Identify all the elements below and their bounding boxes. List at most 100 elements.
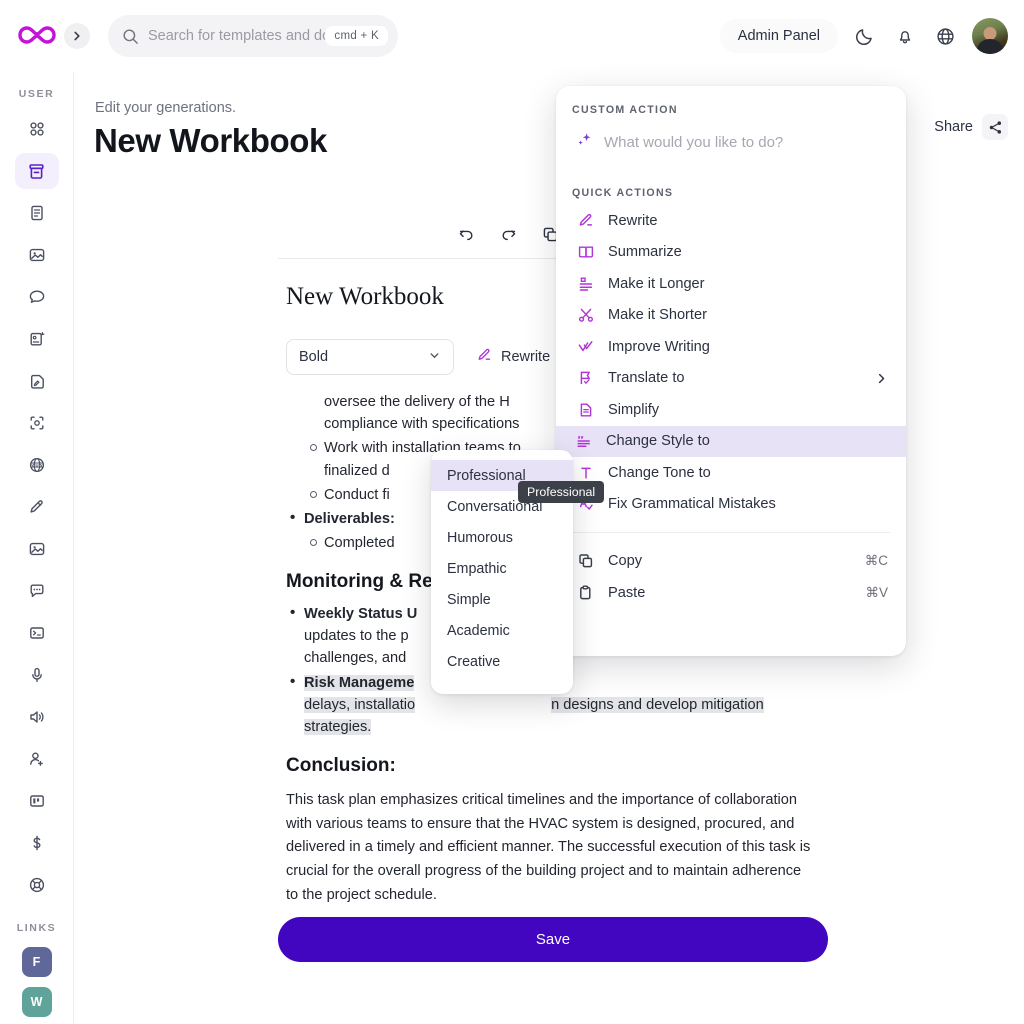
quick-actions-list: Rewrite Summarize Make it Longer Make it…: [556, 199, 906, 520]
list-item-continuation: strategies.: [304, 718, 372, 735]
menu-item-label: Translate to: [608, 370, 685, 387]
sidebar-item-terminal[interactable]: [15, 615, 59, 651]
style-option-creative[interactable]: Creative: [431, 646, 573, 677]
quote-lines-icon: [574, 432, 593, 450]
custom-action-label: CUSTOM ACTION: [572, 104, 678, 116]
menu-item-change-style-to[interactable]: Change Style to: [556, 425, 906, 457]
bell-icon[interactable]: [892, 23, 918, 49]
sidebar-item-comments[interactable]: [15, 573, 59, 609]
admin-panel-button[interactable]: Admin Panel: [719, 19, 838, 53]
share-label: Share: [934, 119, 973, 135]
menu-item-paste[interactable]: Paste ⌘V: [558, 577, 904, 609]
left-sidebar: USER www LINKS F W: [0, 72, 74, 1024]
style-tooltip: Professional: [518, 481, 605, 503]
menu-item-label: Improve Writing: [608, 338, 710, 355]
menu-item-rewrite[interactable]: Rewrite: [558, 205, 904, 237]
undo-icon[interactable]: [452, 220, 480, 248]
app-logo-icon[interactable]: [14, 19, 60, 53]
sidebar-item-edit-document[interactable]: [15, 363, 59, 399]
custom-action-input[interactable]: [604, 134, 890, 151]
sidebar-item-workbook[interactable]: [14, 153, 59, 189]
flag-check-icon: [576, 369, 595, 387]
avatar[interactable]: [972, 18, 1008, 54]
microphone-icon: [31, 667, 42, 683]
menu-item-label: Simplify: [608, 401, 660, 418]
custom-action-row[interactable]: [556, 116, 906, 155]
sidebar-item-ai-document[interactable]: [15, 321, 59, 357]
speaker-icon: [29, 711, 44, 723]
lifebuoy-support-icon: [29, 877, 44, 893]
style-option-simple[interactable]: Simple: [431, 584, 573, 615]
sidebar-item-dashboard[interactable]: [15, 111, 59, 147]
sidebar-item-pen[interactable]: [15, 489, 59, 525]
share-button[interactable]: Share: [934, 114, 1008, 140]
redo-icon[interactable]: [494, 220, 522, 248]
moon-icon[interactable]: [852, 23, 878, 49]
share-nodes-icon: [982, 114, 1008, 140]
menu-item-change-tone-to[interactable]: Change Tone to: [558, 457, 904, 489]
sidebar-item-images[interactable]: [15, 237, 59, 273]
svg-text:www: www: [31, 463, 43, 468]
sidebar-item-web[interactable]: www: [15, 447, 59, 483]
menu-item-simplify[interactable]: Simplify: [558, 394, 904, 426]
menu-item-label: Fix Grammatical Mistakes: [608, 496, 776, 513]
format-select[interactable]: Bold: [286, 339, 454, 375]
edit-document-icon: [30, 374, 44, 389]
menu-item-make-shorter[interactable]: Make it Shorter: [558, 300, 904, 332]
www-globe-icon: www: [29, 457, 44, 473]
menu-item-fix-grammar[interactable]: Fix Grammatical Mistakes: [558, 489, 904, 521]
quick-actions-label: QUICK ACTIONS: [572, 187, 674, 199]
list-item-continuation: delays, installatio n designs and develop…: [304, 696, 764, 713]
top-bar: cmd + K Admin Panel: [0, 0, 1024, 72]
workbook-archive-icon: [29, 163, 44, 179]
style-option-academic[interactable]: Academic: [431, 615, 573, 646]
rewrite-button[interactable]: Rewrite: [476, 347, 550, 368]
search-shortcut-badge: cmd + K: [325, 26, 388, 46]
sidebar-item-board[interactable]: [15, 783, 59, 819]
double-check-icon: [576, 338, 595, 356]
sidebar-link-f[interactable]: F: [21, 947, 52, 977]
sidebar-link-w[interactable]: W: [21, 987, 52, 1017]
copy-icon: [576, 552, 595, 570]
app-root: cmd + K Admin Panel: [0, 0, 1024, 1024]
menu-item-summarize[interactable]: Summarize: [558, 237, 904, 269]
save-button[interactable]: Save: [278, 917, 828, 962]
sparkle-icon: [574, 130, 594, 155]
dashboard-grid-icon: [29, 122, 44, 136]
file-lines-icon: [576, 401, 595, 419]
dollar-icon: [32, 835, 41, 851]
kanban-board-icon: [29, 795, 44, 807]
sidebar-item-audio[interactable]: [15, 699, 59, 735]
sidebar-item-microphone[interactable]: [15, 657, 59, 693]
chat-bubble-icon: [29, 290, 44, 303]
menu-item-improve-writing[interactable]: Improve Writing: [558, 331, 904, 363]
sidebar-item-chat[interactable]: [15, 279, 59, 315]
comment-dots-icon: [30, 584, 43, 598]
menu-item-copy[interactable]: Copy ⌘C: [558, 545, 904, 577]
style-option-empathic[interactable]: Empathic: [431, 553, 573, 584]
add-user-icon: [29, 752, 43, 766]
tone-icon: [576, 464, 595, 482]
sidebar-collapse-button[interactable]: [64, 23, 90, 49]
sidebar-item-vision[interactable]: [15, 405, 59, 441]
globe-icon[interactable]: [932, 23, 958, 49]
menu-item-make-longer[interactable]: Make it Longer: [558, 268, 904, 300]
sidebar-item-photo[interactable]: [15, 531, 59, 567]
book-open-icon: [576, 243, 595, 261]
menu-item-label: Copy: [608, 553, 643, 569]
style-option-humorous[interactable]: Humorous: [431, 522, 573, 553]
sidebar-item-support[interactable]: [15, 867, 59, 903]
menu-item-label: Summarize: [608, 244, 682, 261]
sidebar-item-documents[interactable]: [15, 195, 59, 231]
search-bar[interactable]: cmd + K: [108, 15, 398, 57]
conclusion-heading: Conclusion:: [286, 755, 396, 777]
menu-item-label: Make it Shorter: [608, 307, 707, 324]
pen-icon: [29, 500, 43, 513]
menu-item-translate-to[interactable]: Translate to: [558, 363, 904, 395]
page-subtitle: Edit your generations.: [95, 100, 237, 116]
sidebar-item-billing[interactable]: [15, 825, 59, 861]
clipboard-actions-list: Copy ⌘C Paste ⌘V: [556, 545, 906, 609]
sidebar-item-add-user[interactable]: [15, 741, 59, 777]
document-icon: [30, 205, 43, 221]
vision-scan-icon: [30, 416, 43, 430]
